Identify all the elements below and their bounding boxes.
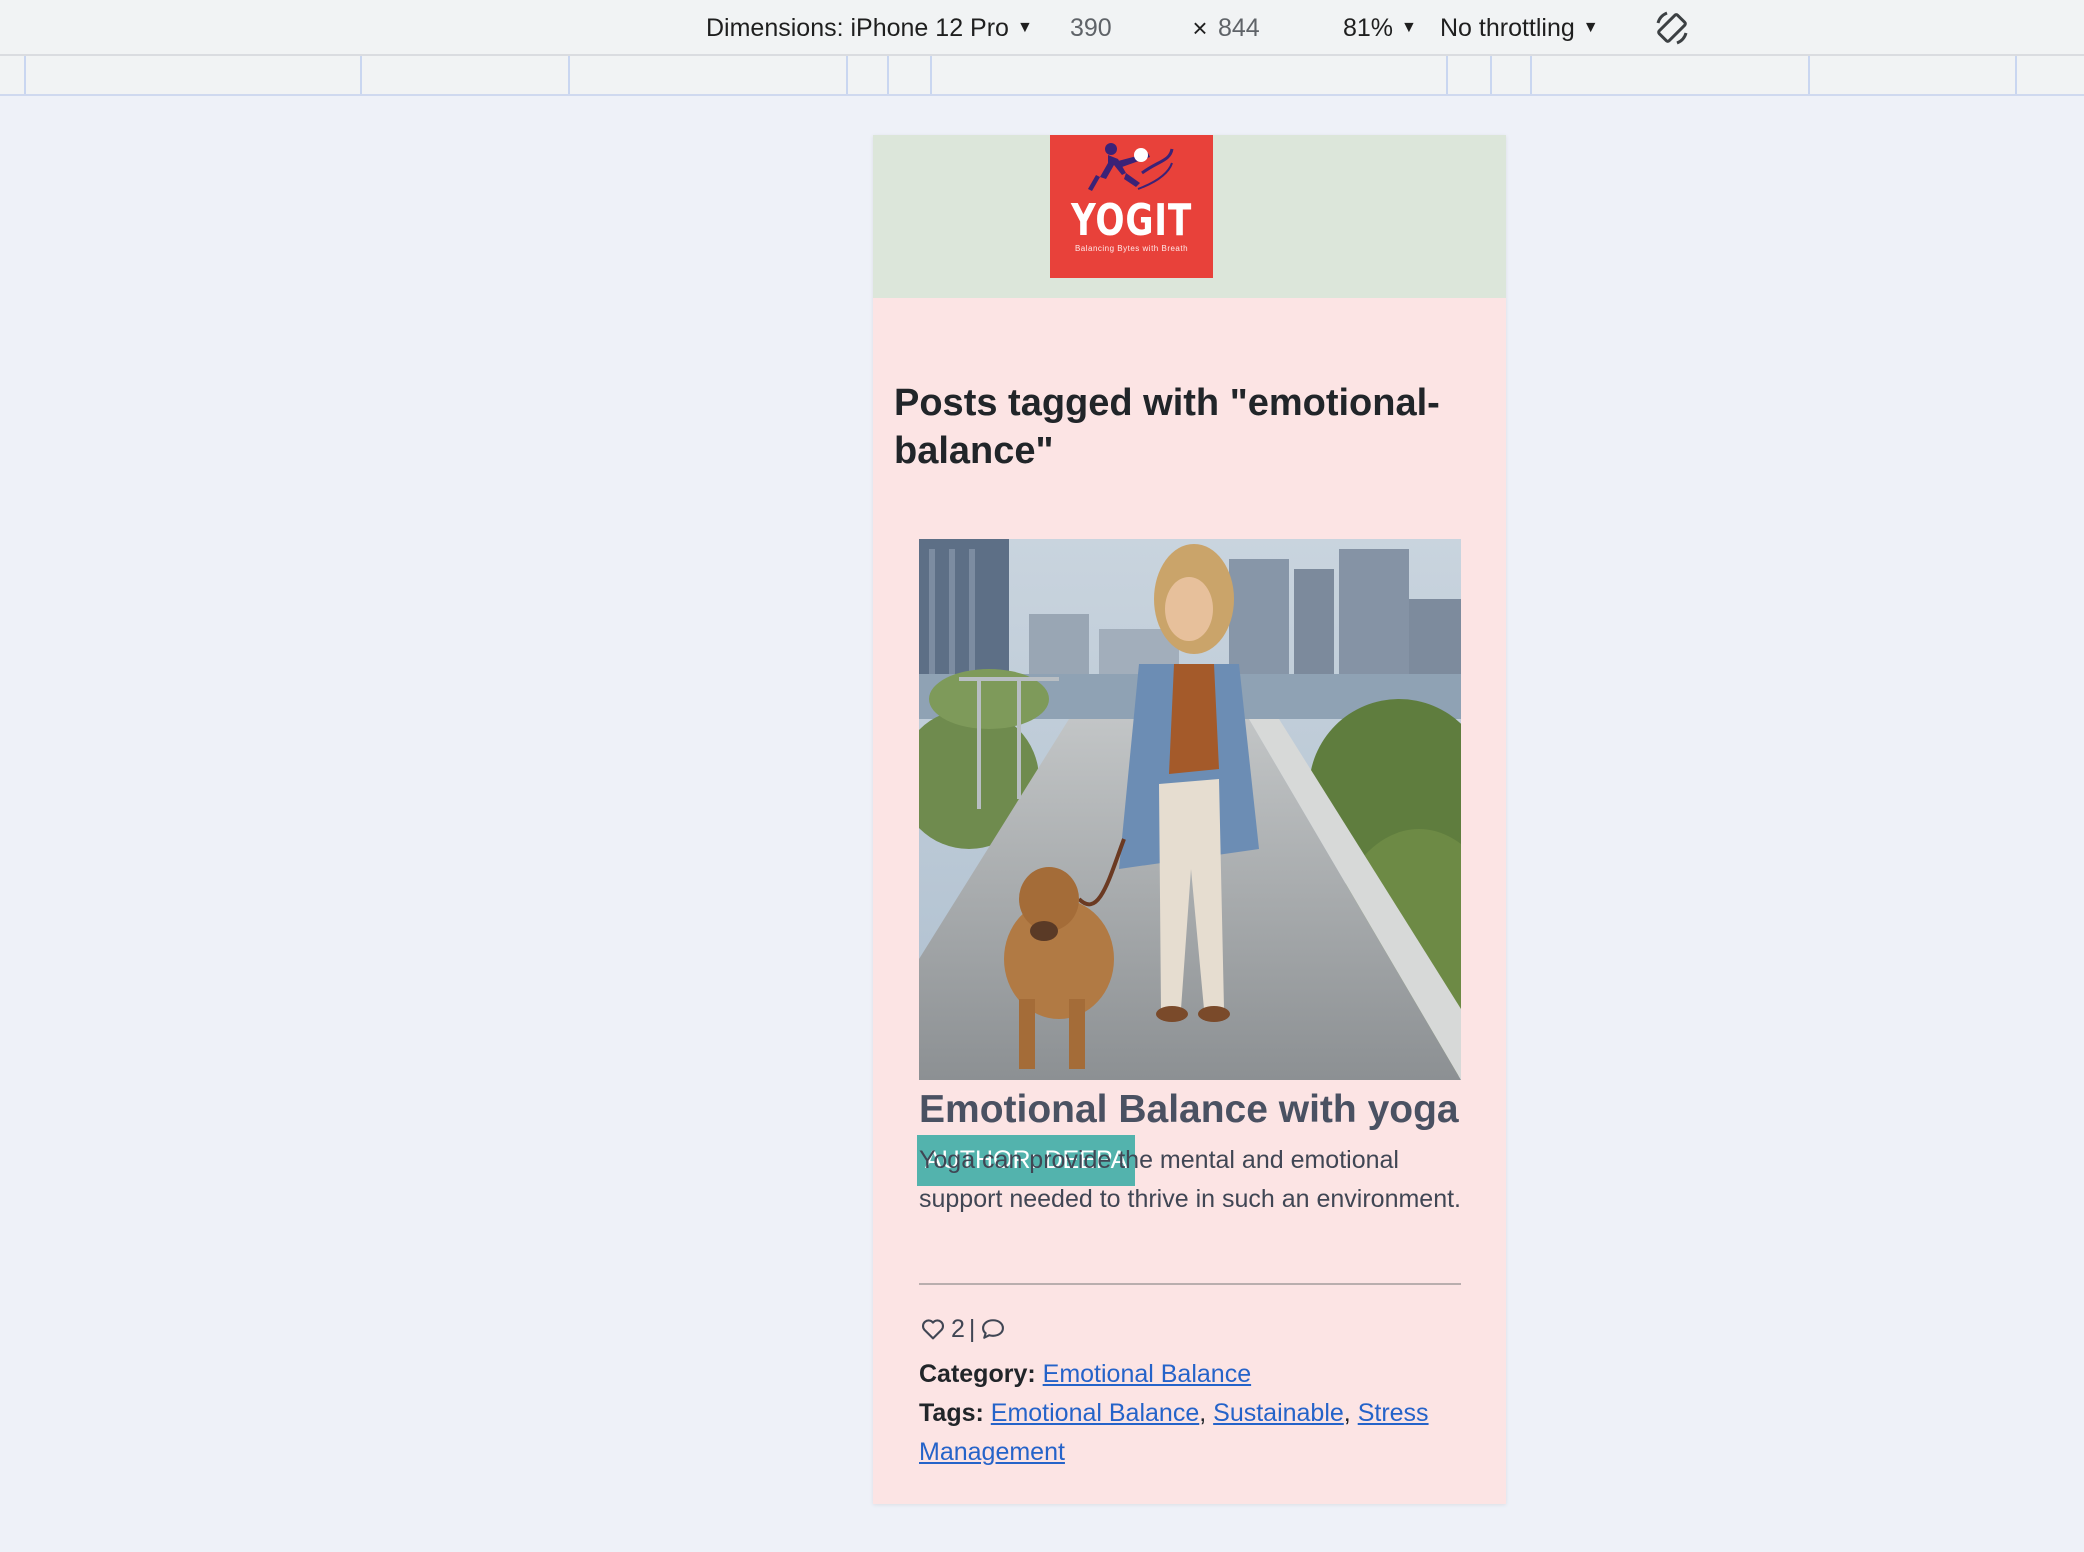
tag-separator: , (1199, 1399, 1214, 1427)
logo-wordmark: YOGIT (1070, 195, 1193, 246)
tags-label: Tags: (919, 1399, 991, 1427)
post-photo-illustration (919, 539, 1461, 1080)
throttling-dropdown[interactable]: No throttling ▼ (1440, 0, 1599, 56)
zoom-dropdown[interactable]: 81% ▼ (1343, 0, 1417, 56)
tag-link[interactable]: Sustainable (1213, 1399, 1344, 1427)
caret-down-icon: ▼ (1401, 19, 1417, 36)
device-dimensions-dropdown[interactable]: Dimensions: iPhone 12 Pro ▼ (706, 0, 1033, 56)
viewport-height-input[interactable]: 844 (1218, 0, 1328, 56)
post-title[interactable]: Emotional Balance with yoga (919, 1080, 1479, 1140)
tag-link[interactable]: Emotional Balance (991, 1399, 1199, 1427)
devtools-device-toolbar: Dimensions: iPhone 12 Pro ▼ 390 × 844 81… (0, 0, 2084, 56)
category-label: Category: (919, 1360, 1043, 1388)
viewport-width-input[interactable]: 390 (1070, 0, 1180, 56)
heart-icon[interactable] (919, 1315, 947, 1343)
caret-down-icon: ▼ (1016, 19, 1033, 36)
post-excerpt: Yoga can provide the mental and emotiona… (919, 1146, 1462, 1213)
media-query-ruler[interactable] (0, 56, 2084, 96)
logo-tagline: Balancing Bytes with Breath (1074, 244, 1189, 253)
zoom-label: 81% (1343, 13, 1394, 42)
tag-separator: , (1343, 1399, 1358, 1427)
device-dimensions-label: Dimensions: iPhone 12 Pro (706, 13, 1009, 42)
post-stats: 2 | (919, 1311, 1007, 1347)
post-category: Category: Emotional Balance (919, 1355, 1461, 1394)
rotate-button[interactable] (1650, 0, 1694, 56)
comment-icon[interactable] (979, 1315, 1007, 1343)
stats-separator: | (968, 1314, 976, 1343)
throttling-label: No throttling (1440, 13, 1575, 42)
dimension-separator-icon: × (1192, 12, 1208, 43)
category-link[interactable]: Emotional Balance (1043, 1360, 1251, 1388)
yoga-pose-icon (1088, 143, 1174, 191)
device-viewport: YOGIT Balancing Bytes with Breath Posts … (873, 135, 1506, 1504)
site-header: YOGIT Balancing Bytes with Breath (873, 135, 1506, 298)
card-divider (919, 1283, 1461, 1285)
likes-count: 2 (951, 1314, 965, 1343)
page-title: Posts tagged with "emotional-balance" (894, 382, 1440, 472)
post-featured-image[interactable] (919, 539, 1461, 1080)
post-tags: Tags: Emotional Balance, Sustainable, St… (919, 1394, 1461, 1472)
caret-down-icon: ▼ (1582, 19, 1599, 36)
site-logo[interactable]: YOGIT Balancing Bytes with Breath (1050, 135, 1213, 278)
rotate-icon (1656, 11, 1688, 45)
